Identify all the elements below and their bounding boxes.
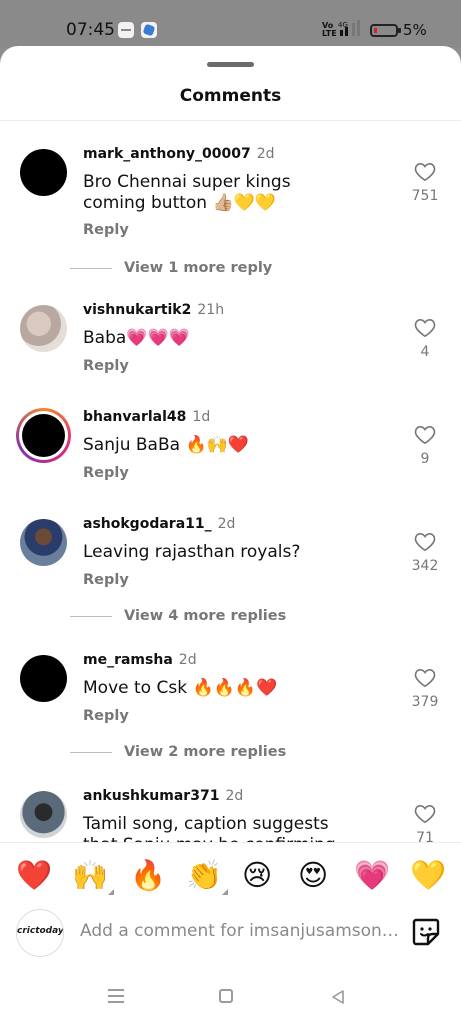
comment-header: me_ramsha 2d <box>83 652 197 668</box>
heart-outline-icon[interactable] <box>414 162 436 182</box>
comment-time: 2d <box>225 788 244 804</box>
notification-app-icon <box>141 22 157 38</box>
sheet-title: Comments <box>179 86 282 106</box>
my-avatar-logo-text: crictoday <box>17 926 64 936</box>
comment-time: 21h <box>197 302 225 318</box>
comment-username[interactable]: me_ramsha <box>83 652 173 668</box>
comment-username[interactable]: mark_anthony_00007 <box>83 146 251 162</box>
reaction-emoji[interactable]: 😢 <box>242 857 272 893</box>
notification-app-icon <box>118 22 134 38</box>
reply-button[interactable]: Reply <box>83 222 129 238</box>
avatar-with-story-ring[interactable] <box>16 408 71 463</box>
comment-time: 1d <box>192 409 211 425</box>
view-more-replies[interactable]: View 4 more replies <box>70 608 286 624</box>
reply-button[interactable]: Reply <box>83 358 129 374</box>
comment-header: ashokgodara11_ 2d <box>83 516 235 532</box>
comment-header: bhanvarlal48 1d <box>83 409 210 425</box>
sticker-icon[interactable] <box>410 916 442 948</box>
reaction-emoji[interactable]: ❤️ <box>16 857 52 893</box>
like-count: 751 <box>411 188 439 204</box>
status-bar: 07:45 Vo LTE 4G 5% <box>0 0 461 48</box>
reply-button[interactable]: Reply <box>83 708 129 724</box>
comment-text: Sanju BaBa 🔥🙌❤️ <box>83 435 249 455</box>
home-icon[interactable] <box>219 989 233 1003</box>
network-label: Vo LTE <box>322 21 337 38</box>
like-count: 9 <box>420 451 430 467</box>
reaction-emoji[interactable]: 💛 <box>410 857 446 893</box>
comment-header: mark_anthony_00007 2d <box>83 146 275 162</box>
like-control[interactable]: 9 <box>405 425 445 467</box>
heart-outline-icon[interactable] <box>414 425 436 445</box>
comment-text: Bro Chennai super kings coming button 👍🏼… <box>83 172 291 213</box>
menu-icon[interactable] <box>108 989 124 1003</box>
reaction-emoji[interactable]: 💗 <box>354 857 390 893</box>
reaction-emoji-glyph: 👏 <box>186 858 223 892</box>
like-control[interactable]: 4 <box>405 318 445 360</box>
battery-icon <box>370 24 401 37</box>
reaction-emoji[interactable]: 😍 <box>298 857 328 893</box>
divider <box>0 120 461 121</box>
comment-input[interactable]: Add a comment for imsanjusamson… <box>80 921 399 941</box>
avatar[interactable] <box>20 305 67 352</box>
reply-line <box>70 267 112 269</box>
comment-username[interactable]: ashokgodara11_ <box>83 516 212 532</box>
avatar[interactable] <box>20 655 67 702</box>
view-more-replies[interactable]: View 1 more reply <box>70 260 272 276</box>
battery-percent: 5% <box>403 21 427 39</box>
reply-line <box>70 751 112 753</box>
like-control[interactable]: 71 <box>405 804 445 846</box>
reaction-emoji[interactable]: 🙌 <box>72 857 115 895</box>
skin-tone-indicator <box>108 889 115 895</box>
reply-line <box>70 615 112 617</box>
view-more-label: View 4 more replies <box>124 608 287 624</box>
comment-text: Leaving rajasthan royals? <box>83 542 301 562</box>
reply-button[interactable]: Reply <box>83 572 129 588</box>
comment-username[interactable]: ankushkumar371 <box>83 788 219 804</box>
avatar[interactable] <box>20 149 67 196</box>
view-more-label: View 2 more replies <box>124 744 287 760</box>
composer-area: ❤️ 🙌 🔥 👏 😢 😍 💗 💛 crictoday Add a comment… <box>0 842 461 1025</box>
reaction-emoji[interactable]: 🔥 <box>130 857 166 893</box>
drag-handle[interactable] <box>207 62 254 67</box>
reaction-emoji[interactable]: 👏 <box>186 857 229 895</box>
reply-button[interactable]: Reply <box>83 465 129 481</box>
status-time: 07:45 <box>66 20 115 40</box>
system-nav-bar <box>0 975 461 1025</box>
avatar[interactable] <box>20 791 67 838</box>
like-control[interactable]: 342 <box>405 532 445 574</box>
like-count: 379 <box>411 694 439 710</box>
like-count: 4 <box>420 344 430 360</box>
comment-username[interactable]: bhanvarlal48 <box>83 409 186 425</box>
view-more-replies[interactable]: View 2 more replies <box>70 744 286 760</box>
my-avatar: crictoday <box>16 909 64 957</box>
heart-outline-icon[interactable] <box>414 668 436 688</box>
comment-header: vishnukartik2 21h <box>83 302 224 318</box>
quick-reactions-bar: ❤️ 🙌 🔥 👏 😢 😍 💗 💛 <box>0 857 461 897</box>
comment-text: Baba💗💗💗 <box>83 328 190 348</box>
heart-outline-icon[interactable] <box>414 804 436 824</box>
reaction-emoji-glyph: 🙌 <box>72 858 109 892</box>
network-type-label: Vo LTE <box>322 21 337 38</box>
avatar[interactable] <box>20 519 67 566</box>
comment-header: ankushkumar371 2d <box>83 788 243 804</box>
comment-time: 2d <box>217 516 236 532</box>
comment-text: Move to Csk 🔥🔥🔥❤️ <box>83 678 278 698</box>
comment-username[interactable]: vishnukartik2 <box>83 302 191 318</box>
heart-outline-icon[interactable] <box>414 532 436 552</box>
like-count: 342 <box>411 558 439 574</box>
skin-tone-indicator <box>222 889 229 895</box>
like-control[interactable]: 379 <box>405 668 445 710</box>
signal-icon: 4G <box>338 20 360 36</box>
heart-outline-icon[interactable] <box>414 318 436 338</box>
like-control[interactable]: 751 <box>405 162 445 204</box>
view-more-label: View 1 more reply <box>124 260 273 276</box>
comment-time: 2d <box>178 652 197 668</box>
comment-time: 2d <box>256 146 275 162</box>
back-icon[interactable] <box>330 989 346 1005</box>
